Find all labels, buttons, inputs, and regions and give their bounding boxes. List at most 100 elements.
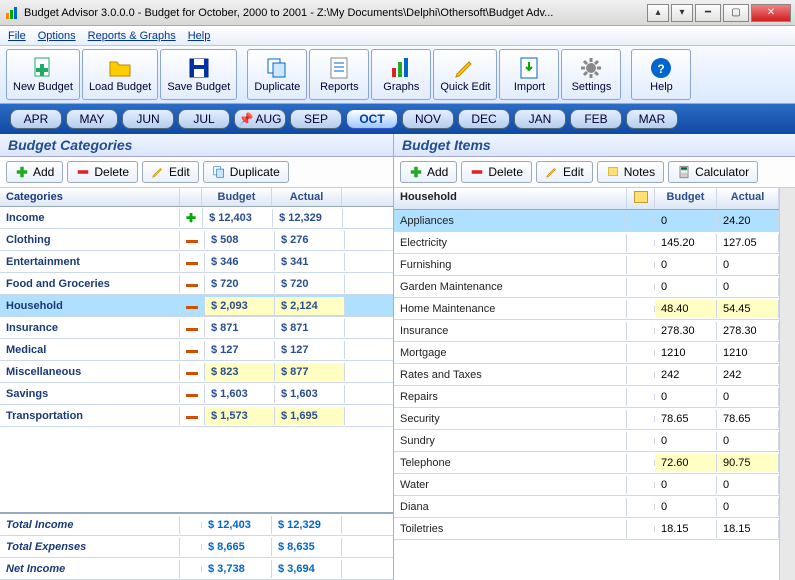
category-row[interactable]: Entertainment$ 346$ 341	[0, 251, 393, 273]
duplicate-button[interactable]: Duplicate	[247, 49, 307, 100]
total-row: Total Income$ 12,403$ 12,329	[0, 514, 393, 536]
month-sep[interactable]: SEP	[290, 109, 342, 129]
col-note[interactable]	[627, 188, 655, 209]
maximize-button[interactable]: ▢	[723, 4, 749, 22]
toolbar-label: Duplicate	[254, 81, 300, 93]
col-household[interactable]: Household	[394, 188, 627, 209]
menu-help[interactable]: Help	[188, 30, 211, 42]
window-title: Budget Advisor 3.0.0.0 - Budget for Octo…	[24, 7, 553, 19]
items-table: Household Budget Actual Appliances024.20…	[394, 188, 779, 580]
col-actual-r[interactable]: Actual	[717, 188, 779, 209]
col-categories[interactable]: Categories	[0, 188, 180, 206]
item-row[interactable]: Repairs00	[394, 386, 779, 408]
minimize-button[interactable]: ━	[695, 4, 721, 22]
minus-icon	[186, 372, 198, 375]
month-feb[interactable]: FEB	[570, 109, 622, 129]
minus-icon	[186, 350, 198, 353]
left-pane-toolbar: AddDeleteEditDuplicate	[0, 157, 393, 188]
category-row[interactable]: Clothing$ 508$ 276	[0, 229, 393, 251]
quick-edit-button[interactable]: Quick Edit	[433, 49, 497, 100]
duplicate-icon	[212, 165, 226, 179]
month-jul[interactable]: JUL	[178, 109, 230, 129]
menu-reports-graphs[interactable]: Reports & Graphs	[88, 30, 176, 42]
import-button[interactable]: Import	[499, 49, 559, 100]
plus-icon	[15, 165, 29, 179]
item-row[interactable]: Sundry00	[394, 430, 779, 452]
new-budget-button[interactable]: New Budget	[6, 49, 80, 100]
item-row[interactable]: Home Maintenance48.4054.45	[394, 298, 779, 320]
scrollbar[interactable]	[779, 188, 795, 580]
title-bar: Budget Advisor 3.0.0.0 - Budget for Octo…	[0, 0, 795, 26]
category-row[interactable]: Savings$ 1,603$ 1,603	[0, 383, 393, 405]
help-button[interactable]: ?Help	[631, 49, 691, 100]
pencil-icon	[545, 165, 559, 179]
total-row: Net Income$ 3,738$ 3,694	[0, 558, 393, 580]
col-budget-r[interactable]: Budget	[655, 188, 717, 209]
budget-items-pane: Budget Items AddDeleteEditNotesCalculato…	[394, 134, 795, 580]
toolbar-label: Quick Edit	[440, 81, 490, 93]
month-nov[interactable]: NOV	[402, 109, 454, 129]
item-row[interactable]: Rates and Taxes242242	[394, 364, 779, 386]
toolbar-label: Reports	[320, 81, 359, 93]
toolbar-label: Save Budget	[167, 81, 230, 93]
month-aug[interactable]: 📌AUG	[234, 109, 286, 129]
aux-up-button[interactable]: ▴	[647, 4, 669, 22]
right-pane-title: Budget Items	[394, 134, 795, 157]
aux-down-button[interactable]: ▾	[671, 4, 693, 22]
item-row[interactable]: Appliances024.20	[394, 210, 779, 232]
item-row[interactable]: Furnishing00	[394, 254, 779, 276]
reports-button[interactable]: Reports	[309, 49, 369, 100]
minus-icon	[186, 416, 198, 419]
item-row[interactable]: Security78.6578.65	[394, 408, 779, 430]
category-row[interactable]: Income✚$ 12,403$ 12,329	[0, 207, 393, 229]
floppy-icon	[187, 56, 211, 80]
minus-icon	[186, 306, 198, 309]
toolbar-label: Settings	[572, 81, 612, 93]
category-row[interactable]: Transportation$ 1,573$ 1,695	[0, 405, 393, 427]
categories-table: Categories Budget Actual Income✚$ 12,403…	[0, 188, 393, 427]
graphs-button[interactable]: Graphs	[371, 49, 431, 100]
pencil-icon	[453, 56, 477, 80]
menu-file[interactable]: File	[8, 30, 26, 42]
toolbar-label: New Budget	[13, 81, 73, 93]
month-may[interactable]: MAY	[66, 109, 118, 129]
menu-options[interactable]: Options	[38, 30, 76, 42]
delete-button[interactable]: Delete	[461, 161, 532, 183]
month-apr[interactable]: APR	[10, 109, 62, 129]
delete-button[interactable]: Delete	[67, 161, 138, 183]
category-row[interactable]: Insurance$ 871$ 871	[0, 317, 393, 339]
item-row[interactable]: Electricity145.20127.05	[394, 232, 779, 254]
edit-button[interactable]: Edit	[536, 161, 593, 183]
item-row[interactable]: Telephone72.6090.75	[394, 452, 779, 474]
import-icon	[517, 56, 541, 80]
category-row[interactable]: Food and Groceries$ 720$ 720	[0, 273, 393, 295]
notes-button[interactable]: Notes	[597, 161, 664, 183]
item-row[interactable]: Insurance278.30278.30	[394, 320, 779, 342]
settings-button[interactable]: Settings	[561, 49, 621, 100]
add-button[interactable]: Add	[400, 161, 457, 183]
col-actual[interactable]: Actual	[272, 188, 342, 206]
item-row[interactable]: Garden Maintenance00	[394, 276, 779, 298]
item-row[interactable]: Water00	[394, 474, 779, 496]
add-button[interactable]: Add	[6, 161, 63, 183]
month-dec[interactable]: DEC	[458, 109, 510, 129]
category-row[interactable]: Miscellaneous$ 823$ 877	[0, 361, 393, 383]
item-row[interactable]: Diana00	[394, 496, 779, 518]
app-icon	[4, 5, 20, 21]
main-content: Budget Categories AddDeleteEditDuplicate…	[0, 134, 795, 580]
month-oct[interactable]: OCT	[346, 109, 398, 129]
col-budget[interactable]: Budget	[202, 188, 272, 206]
close-button[interactable]: ✕	[751, 4, 791, 22]
month-jun[interactable]: JUN	[122, 109, 174, 129]
calculator-button[interactable]: Calculator	[668, 161, 758, 183]
item-row[interactable]: Mortgage12101210	[394, 342, 779, 364]
item-row[interactable]: Toiletries18.1518.15	[394, 518, 779, 540]
month-mar[interactable]: MAR	[626, 109, 678, 129]
category-row[interactable]: Medical$ 127$ 127	[0, 339, 393, 361]
month-jan[interactable]: JAN	[514, 109, 566, 129]
load-budget-button[interactable]: Load Budget	[82, 49, 158, 100]
save-budget-button[interactable]: Save Budget	[160, 49, 237, 100]
category-row[interactable]: Household$ 2,093$ 2,124	[0, 295, 393, 317]
edit-button[interactable]: Edit	[142, 161, 199, 183]
duplicate-button[interactable]: Duplicate	[203, 161, 289, 183]
